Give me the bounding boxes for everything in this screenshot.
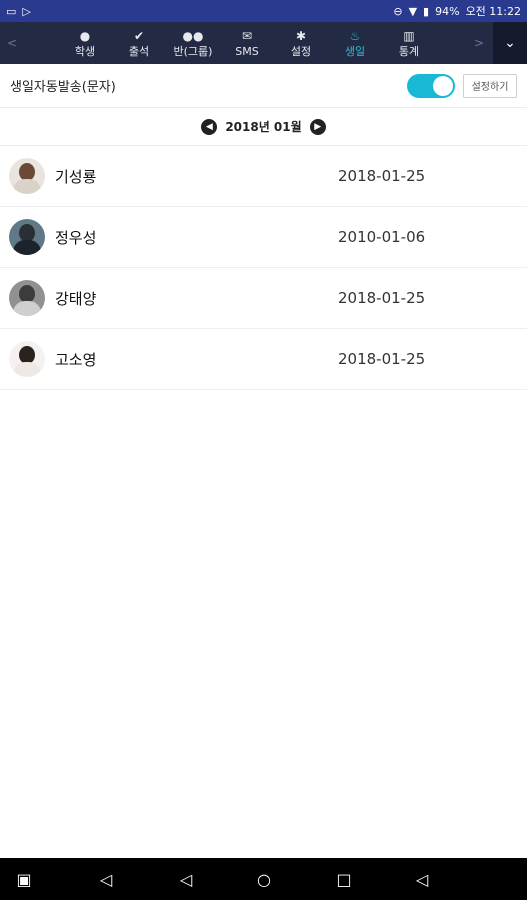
mail-icon: ✉ — [241, 28, 253, 43]
tab-label: 생일 — [344, 44, 366, 58]
auto-send-toggle[interactable] — [407, 73, 455, 98]
battery-icon: ▮ — [423, 4, 430, 18]
chevron-down-icon[interactable]: ⌄ — [493, 22, 527, 64]
cake-icon: ♨ — [349, 28, 361, 43]
gear-icon: ✱ — [295, 28, 307, 43]
volume-up-icon[interactable]: ◁ — [410, 858, 434, 900]
avatar — [9, 280, 45, 316]
chevron-left-icon[interactable]: < — [0, 22, 24, 64]
dnd-icon: ⊖ — [393, 4, 403, 18]
birthday-list: 기성룡 2018-01-25 정우성 2010-01-06 강태양 2018-0… — [0, 146, 527, 390]
prev-month-icon[interactable]: ◀ — [201, 118, 218, 135]
tab-sms[interactable]: ✉ SMS — [220, 22, 274, 64]
tab-label: 학생 — [74, 44, 96, 58]
top-nav: < ● 학생 ✔ 출석 ●● 반(그룹) ✉ SMS ✱ 설정 ♨ 생일 ▥ 통… — [0, 22, 527, 64]
status-bar: ▭ ▷ ⊖ ▼ ▮ 94% 오전 11:22 — [0, 0, 527, 22]
home-icon[interactable]: ○ — [252, 858, 276, 900]
list-item[interactable]: 정우성 2010-01-06 — [0, 207, 527, 268]
tab-students[interactable]: ● 학생 — [58, 22, 112, 64]
check-circle-icon: ✔ — [133, 28, 145, 43]
student-name: 정우성 — [55, 228, 97, 247]
tab-birthday[interactable]: ♨ 생일 — [328, 22, 382, 64]
tab-label: 반(그룹) — [173, 44, 213, 58]
student-name: 고소영 — [55, 350, 97, 369]
tab-label: 설정 — [290, 44, 312, 58]
next-month-icon[interactable]: ▶ — [309, 118, 326, 135]
bar-chart-icon: ▥ — [403, 28, 415, 43]
avatar — [9, 219, 45, 255]
battery-percent: 94% — [435, 4, 460, 18]
tab-statistics[interactable]: ▥ 통계 — [382, 22, 436, 64]
month-selector: ◀ 2018년 01월 ▶ — [0, 108, 527, 146]
clock: 오전 11:22 — [465, 5, 521, 18]
play-store-icon: ▷ — [22, 4, 31, 18]
tab-label: SMS — [235, 44, 259, 58]
birthday-auto-send-row: 생일자동발송(문자) 설정하기 — [0, 64, 527, 108]
tab-label: 통계 — [398, 44, 420, 58]
toggle-knob — [433, 75, 453, 96]
birth-date: 2018-01-25 — [338, 350, 426, 368]
tab-settings[interactable]: ✱ 설정 — [274, 22, 328, 64]
list-item[interactable]: 기성룡 2018-01-25 — [0, 146, 527, 207]
chevron-right-icon[interactable]: > — [469, 22, 489, 64]
screenshot-icon[interactable]: ▣ — [8, 858, 40, 900]
back-icon[interactable]: ◁ — [174, 858, 198, 900]
group-icon: ●● — [182, 28, 204, 43]
month-label: 2018년 01월 — [225, 120, 302, 134]
system-nav-bar: ▣ ◁ ◁ ○ □ ◁ — [0, 858, 527, 900]
birth-date: 2018-01-25 — [338, 289, 426, 307]
student-name: 기성룡 — [55, 167, 97, 186]
tab-attendance[interactable]: ✔ 출석 — [112, 22, 166, 64]
setting-title: 생일자동발송(문자) — [10, 80, 116, 95]
avatar — [9, 158, 45, 194]
student-name: 강태양 — [55, 289, 97, 308]
volume-down-icon[interactable]: ◁ — [94, 858, 118, 900]
tab-label: 출석 — [128, 44, 150, 58]
person-icon: ● — [79, 28, 91, 43]
list-item[interactable]: 강태양 2018-01-25 — [0, 268, 527, 329]
birth-date: 2010-01-06 — [338, 228, 426, 246]
tab-group[interactable]: ●● 반(그룹) — [166, 22, 220, 64]
list-item[interactable]: 고소영 2018-01-25 — [0, 329, 527, 390]
wifi-icon: ▼ — [408, 4, 418, 18]
screen-icon: ▭ — [6, 4, 17, 18]
birth-date: 2018-01-25 — [338, 167, 426, 185]
settings-button[interactable]: 설정하기 — [463, 73, 517, 98]
recents-icon[interactable]: □ — [332, 858, 356, 900]
avatar — [9, 341, 45, 377]
